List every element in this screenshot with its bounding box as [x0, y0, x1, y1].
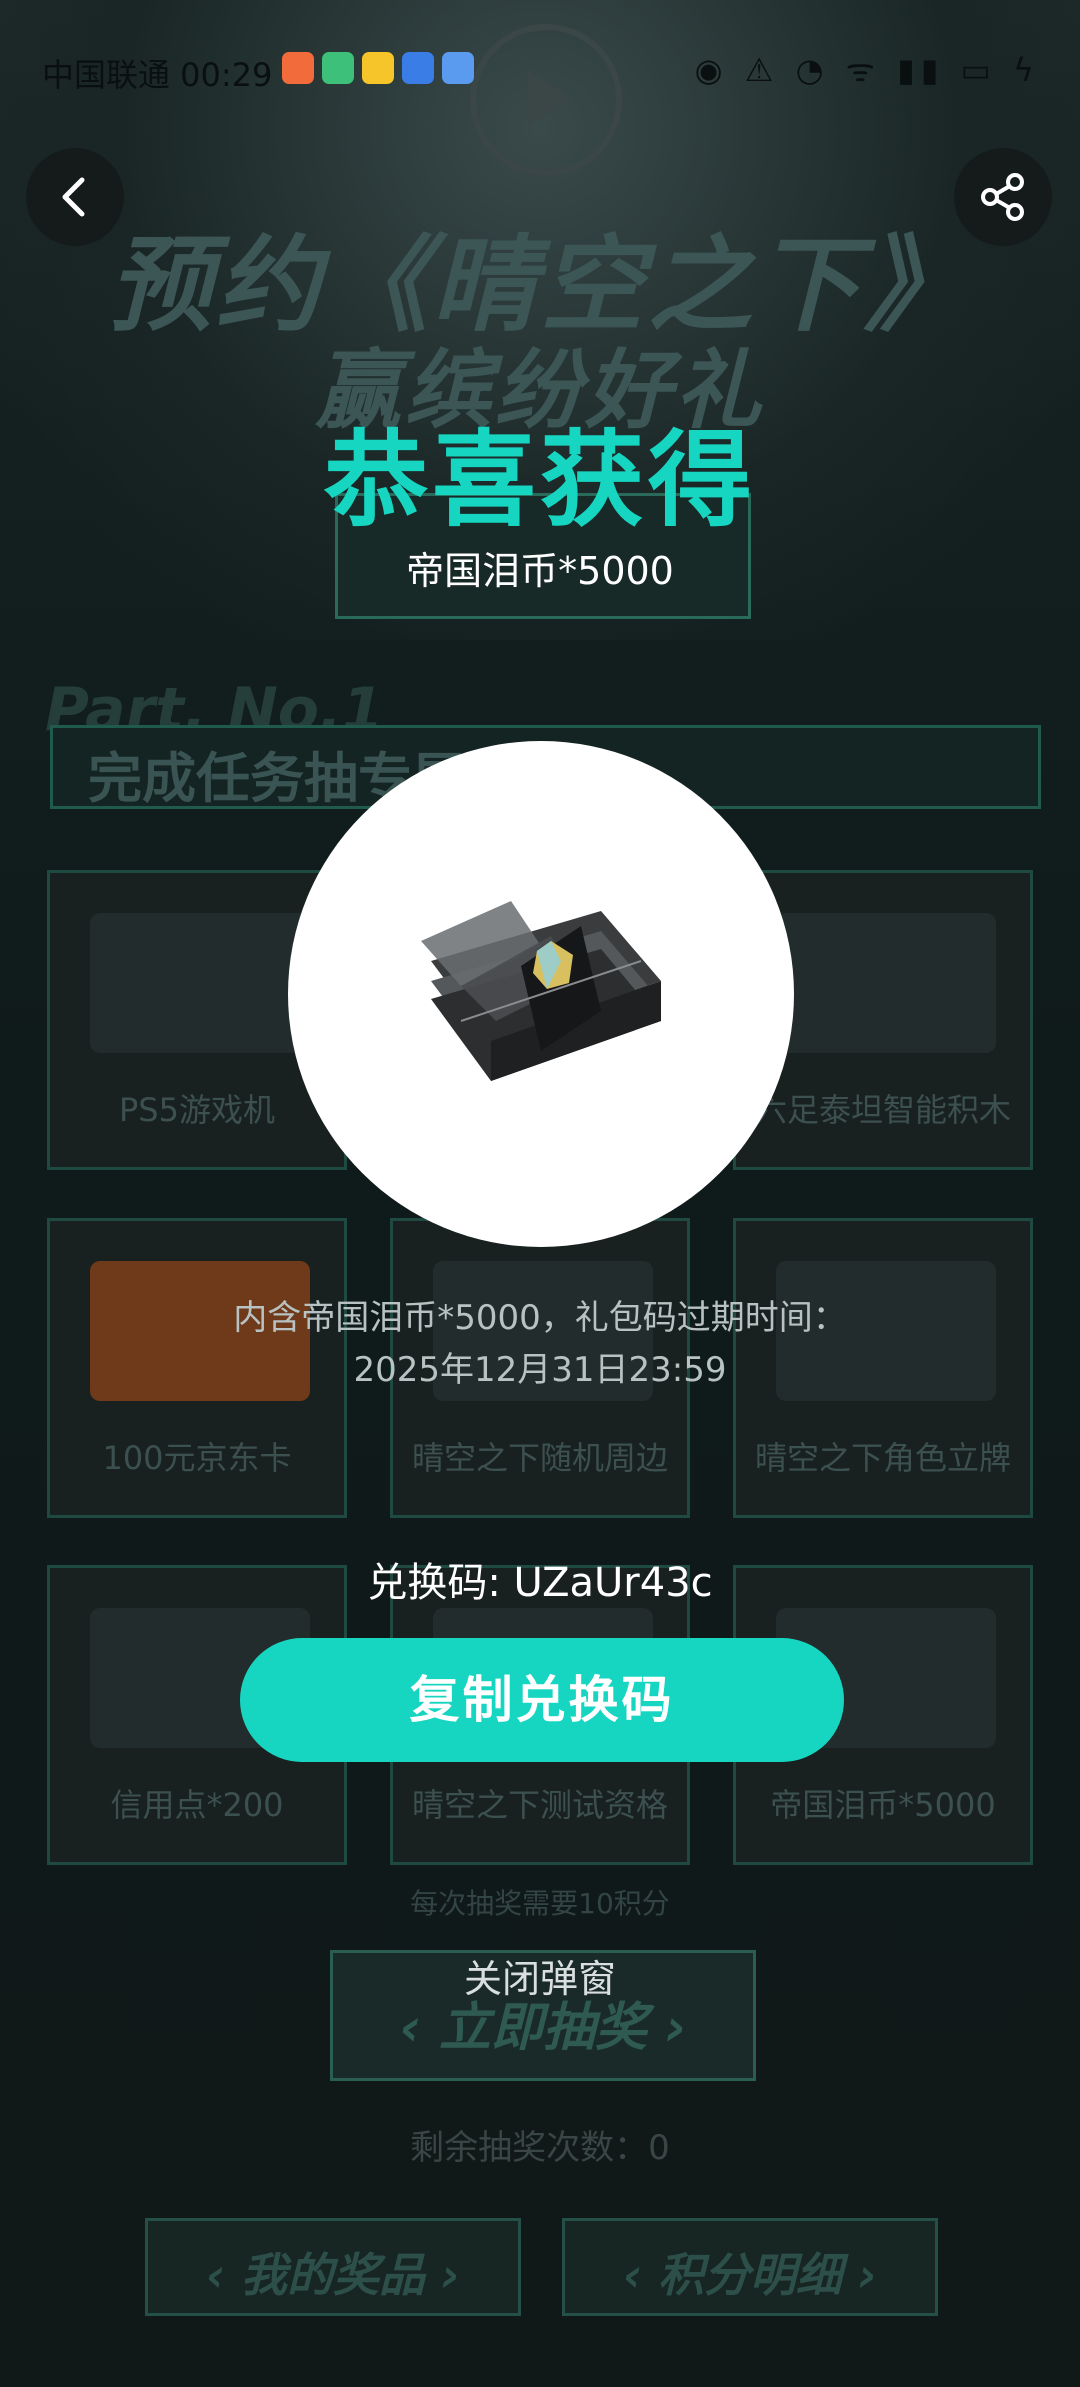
prize-image-circle [288, 741, 794, 1247]
prize-card-label: 100元京东卡 [102, 1439, 292, 1477]
status-bar: 中国联通 00:29 ◉ ⚠ ◔ ᯤ ▮▮ ▭ ϟ [0, 40, 1080, 100]
prize-card-label: 晴空之下测试资格 [411, 1786, 668, 1824]
points-detail-button-label: ‹ 积分明细 › [623, 2248, 877, 2302]
prize-card-label: 帝国泪币*5000 [770, 1786, 996, 1824]
prize-card-label: PS5游戏机 [119, 1091, 275, 1129]
chevron-left-icon [62, 177, 85, 217]
points-note: 每次抽奖需要10积分 [410, 1887, 670, 1920]
prize-image [776, 913, 996, 1053]
share-icon [981, 173, 1024, 221]
app-notification-icon [322, 52, 354, 84]
my-prizes-button-label: ‹ 我的奖品 › [206, 2248, 460, 2302]
share-button[interactable] [954, 148, 1052, 246]
prize-card-label: 信用点*200 [110, 1786, 284, 1824]
my-prizes-button: ‹ 我的奖品 › [145, 2218, 521, 2316]
prize-card-label: 六足泰坦智能积木 [754, 1091, 1011, 1129]
prize-card-label: 晴空之下随机周边 [411, 1439, 668, 1477]
carrier-time: 中国联通 00:29 [42, 56, 273, 94]
app-notification-icon [362, 52, 394, 84]
app-notification-icon [402, 52, 434, 84]
currency-bundle-image [421, 901, 661, 1081]
prize-description: 内含帝国泪币*5000，礼包码过期时间： [233, 1298, 847, 1338]
copy-code-button[interactable]: 复制兑换码 [240, 1638, 844, 1762]
remaining-draws: 剩余抽奖次数：0 [410, 2128, 670, 2168]
app-notification-icon [282, 52, 314, 84]
status-indicators: ◉ ⚠ ◔ ᯤ ▮▮ ▭ ϟ [694, 51, 1040, 89]
back-button[interactable] [26, 148, 124, 246]
prize-image [90, 913, 310, 1053]
prize-name: 帝国泪币*5000 [406, 549, 674, 593]
popup-title: 恭喜获得 [323, 419, 756, 541]
points-detail-button: ‹ 积分明细 › [562, 2218, 938, 2316]
close-popup-link[interactable]: 关闭弹窗 [0, 1948, 1080, 2003]
prize-expiry: 2025年12月31日23:59 [353, 1350, 727, 1390]
app-notification-icon [442, 52, 474, 84]
prize-card-label: 晴空之下角色立牌 [754, 1439, 1011, 1477]
redeem-code: 兑换码: UZaUr43c [367, 1560, 713, 1606]
